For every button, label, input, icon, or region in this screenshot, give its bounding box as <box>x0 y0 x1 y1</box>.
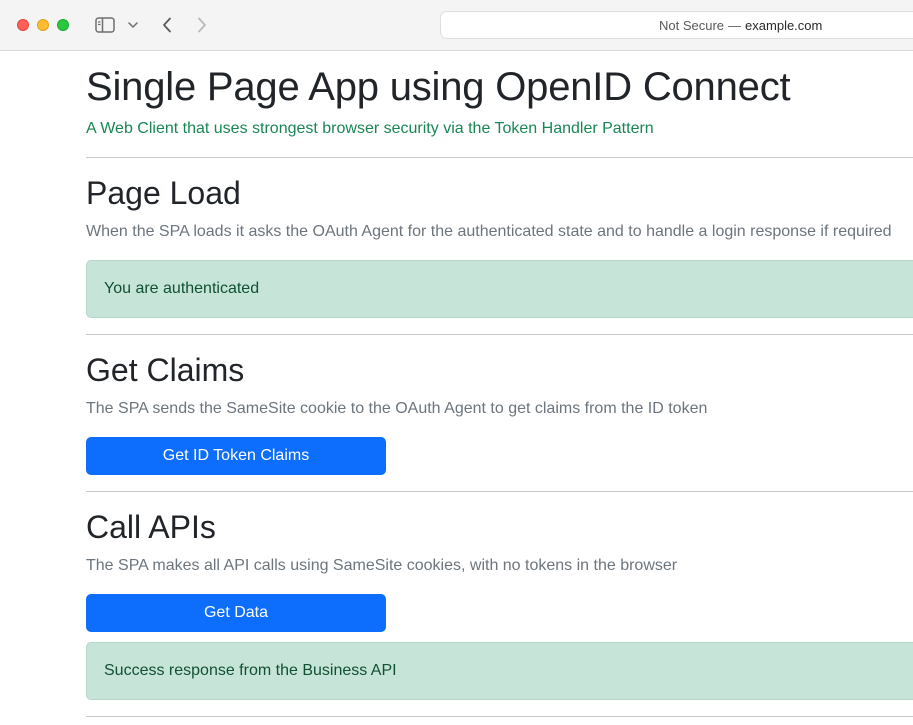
sidebar-icon[interactable] <box>94 15 116 35</box>
api-success-alert-text: Success response from the Business API <box>104 662 397 679</box>
divider <box>86 334 913 335</box>
api-success-alert: Success response from the Business API <box>86 642 913 700</box>
forward-arrow-icon[interactable] <box>192 14 212 36</box>
section-heading-call-apis: Call APIs <box>86 509 216 545</box>
section-heading-page-load: Page Load <box>86 175 241 211</box>
section-heading-get-claims: Get Claims <box>86 352 245 388</box>
chevron-down-icon[interactable] <box>126 17 140 33</box>
url-separator: — <box>728 17 742 33</box>
divider <box>86 157 913 158</box>
back-arrow-icon[interactable] <box>157 14 177 36</box>
get-id-token-claims-button[interactable]: Get ID Token Claims <box>86 437 386 475</box>
url-security-status: Not Secure <box>659 17 725 33</box>
window-minimize-button[interactable] <box>37 19 49 31</box>
browser-toolbar: Not Secure — example.com <box>0 0 913 51</box>
divider <box>86 716 913 717</box>
window-maximize-button[interactable] <box>57 19 69 31</box>
page-title: Single Page App using OpenID Connect <box>86 65 791 109</box>
page-subtitle: A Web Client that uses strongest browser… <box>86 120 654 137</box>
section-description-call-apis: The SPA makes all API calls using SameSi… <box>86 557 678 574</box>
divider <box>86 491 913 492</box>
authenticated-alert: You are authenticated <box>86 260 913 318</box>
address-bar[interactable]: Not Secure — example.com <box>440 11 913 39</box>
get-data-button[interactable]: Get Data <box>86 594 386 632</box>
authenticated-alert-text: You are authenticated <box>104 280 260 297</box>
section-description-get-claims: The SPA sends the SameSite cookie to the… <box>86 400 708 417</box>
window-close-button[interactable] <box>17 19 29 31</box>
url-host: example.com <box>745 17 823 33</box>
section-description-page-load: When the SPA loads it asks the OAuth Age… <box>86 223 892 240</box>
